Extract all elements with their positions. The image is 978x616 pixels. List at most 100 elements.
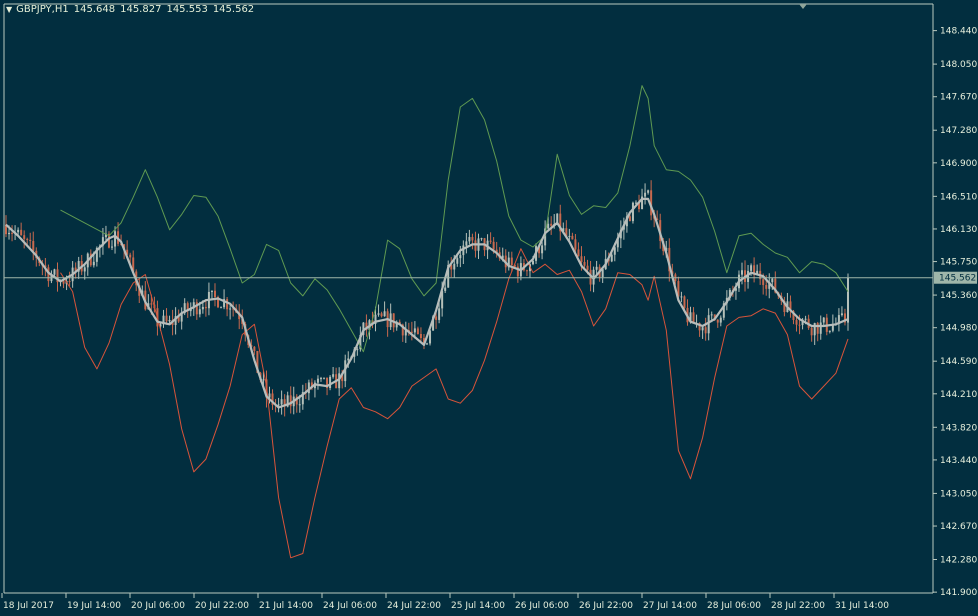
- candle-bear: [416, 328, 419, 334]
- price-tick-label: 143.820: [940, 423, 977, 433]
- price-tick-label: 142.280: [940, 556, 977, 566]
- candle-bull: [707, 315, 710, 334]
- candle-bull: [323, 377, 326, 379]
- time-tick-label: 26 Jul 06:00: [515, 601, 569, 611]
- candle-bull: [532, 260, 535, 265]
- time-tick-label: 26 Jul 22:00: [579, 601, 633, 611]
- candle-bear: [226, 299, 229, 310]
- candle-bull: [168, 320, 171, 322]
- candle-bull: [740, 270, 743, 275]
- time-tick-label: 19 Jul 14:00: [67, 601, 121, 611]
- candle-bull: [847, 277, 849, 323]
- candle-bear: [150, 303, 153, 305]
- candle-bull: [750, 265, 753, 271]
- candle-bull: [383, 311, 386, 317]
- candle-bear: [583, 261, 586, 266]
- candle-bear: [816, 323, 819, 334]
- candle-bull: [262, 379, 265, 381]
- candle-bull: [465, 241, 468, 246]
- candle-bear: [577, 249, 580, 257]
- candle-bull: [710, 314, 713, 316]
- candle-bull: [92, 261, 95, 266]
- time-tick-label: 25 Jul 14:00: [451, 601, 505, 611]
- candle-bull: [647, 190, 650, 193]
- candle-bull: [468, 237, 471, 242]
- candle-bear: [810, 327, 813, 336]
- triangle-down-icon[interactable]: ▼: [6, 5, 12, 14]
- candle-bull: [413, 328, 416, 333]
- candle-bear: [62, 281, 65, 284]
- candle-bear: [419, 333, 422, 339]
- candle-bear: [471, 237, 474, 241]
- price-tick-label: 144.210: [940, 390, 977, 400]
- time-tick-label: 28 Jul 22:00: [771, 601, 825, 611]
- price-chart[interactable]: 148.440 148.050 147.670 147.280 146.900 146.5…: [0, 0, 978, 616]
- candle-bull: [316, 378, 319, 383]
- candle-bear: [510, 257, 513, 266]
- candle-bear: [23, 235, 26, 239]
- candle-bull: [631, 202, 634, 222]
- price-tick-label: 148.050: [940, 60, 977, 70]
- candle-bull: [332, 374, 335, 377]
- candle-bull: [438, 308, 441, 320]
- high-value: 145.827: [120, 4, 162, 15]
- candle-bull: [268, 393, 271, 398]
- candle-bear: [26, 238, 29, 240]
- candle-bear: [253, 346, 256, 351]
- candle-bear: [204, 306, 207, 309]
- candle-bull: [229, 308, 232, 310]
- candle-bull: [459, 255, 462, 259]
- candle-bull: [819, 322, 822, 334]
- price-tick-label: 143.050: [940, 489, 977, 499]
- candle-bull: [828, 330, 831, 332]
- time-tick-label: 21 Jul 14:00: [259, 601, 313, 611]
- candle-bear: [550, 223, 553, 226]
- candle-bull: [114, 231, 117, 247]
- candle-bull: [719, 317, 722, 323]
- candle-bull: [480, 238, 483, 240]
- candle-bull: [377, 313, 380, 315]
- candle-bear: [704, 327, 707, 334]
- price-tick-label: 148.440: [940, 27, 977, 37]
- chart-header: ▼ GBPJPY,H1 145.648 145.827 145.553 145.562: [6, 4, 254, 15]
- price-tick-label: 142.670: [940, 522, 977, 532]
- current-price-label: 145.562: [939, 274, 976, 284]
- open-value: 145.648: [73, 4, 116, 15]
- candle-bear: [716, 319, 719, 323]
- time-tick-label: 27 Jul 14:00: [643, 601, 697, 611]
- candle-bear: [580, 256, 583, 262]
- candle-bull: [277, 404, 280, 406]
- price-tick-label: 146.510: [940, 192, 977, 202]
- candle-bull: [644, 192, 647, 197]
- candle-bear: [68, 281, 71, 283]
- candle-bull: [771, 278, 774, 283]
- candle-bear: [20, 229, 23, 236]
- time-tick-label: 18 Jul 2017: [3, 601, 54, 611]
- candle-bull: [453, 263, 456, 270]
- candle-bull: [426, 343, 428, 345]
- candle-bull: [680, 296, 683, 298]
- candle-bull: [17, 229, 20, 233]
- price-tick-label: 146.130: [940, 225, 977, 235]
- price-tick-label: 147.670: [940, 93, 977, 103]
- candle-bull: [701, 327, 704, 331]
- candle-bull: [319, 378, 322, 380]
- candle-bull: [220, 307, 223, 309]
- low-value: 145.553: [166, 4, 208, 15]
- time-tick-label: 24 Jul 06:00: [323, 601, 377, 611]
- candle-bull: [822, 317, 825, 323]
- candle-bull: [201, 306, 204, 310]
- candle-bull: [210, 290, 213, 292]
- candle-bear: [435, 316, 438, 320]
- candle-bear: [683, 296, 686, 308]
- price-tick-label: 144.590: [940, 357, 977, 367]
- candle-bear: [762, 279, 765, 285]
- close-value: 145.562: [212, 4, 255, 15]
- chart-window: 148.440 148.050 147.670 147.280 146.900 146.5…: [0, 0, 978, 616]
- symbol-timeframe: GBPJPY,H1: [16, 4, 69, 15]
- candle-bear: [525, 270, 528, 272]
- candle-bull: [595, 266, 598, 270]
- candle-bull: [280, 399, 283, 405]
- price-tick-label: 143.440: [940, 456, 977, 466]
- candle-bear: [628, 216, 631, 222]
